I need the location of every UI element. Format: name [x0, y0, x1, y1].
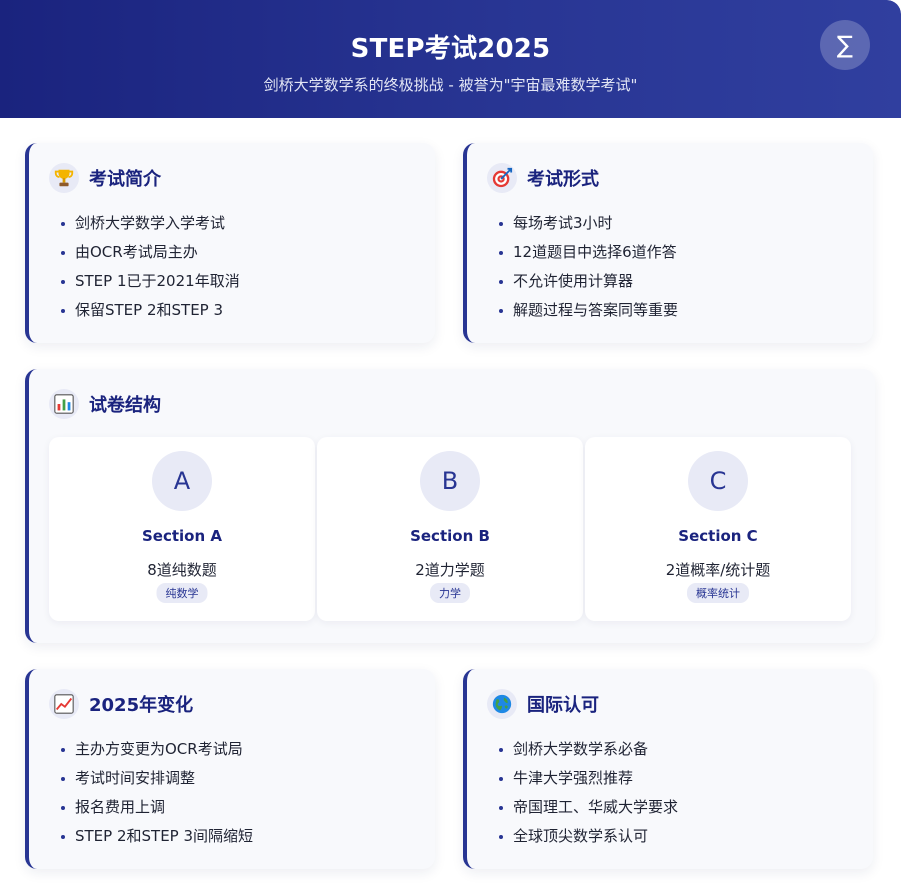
section-tag: 概率统计: [687, 583, 749, 603]
intro-list: 剑桥大学数学入学考试 由OCR考试局主办 STEP 1已于2021年取消 保留S…: [61, 209, 240, 325]
card-title-row: 试卷结构: [49, 389, 161, 419]
section-tag: 力学: [430, 583, 470, 603]
bar-chart-icon: [49, 389, 79, 419]
section-name: Section C: [678, 527, 758, 545]
card-title: 考试简介: [89, 169, 161, 190]
list-item: STEP 2和STEP 3间隔缩短: [61, 822, 253, 851]
format-list: 每场考试3小时 12道题目中选择6道作答 不允许使用计算器 解题过程与答案同等重…: [499, 209, 678, 325]
section-description: 8道纯数题: [147, 561, 217, 579]
list-item: 考试时间安排调整: [61, 764, 253, 793]
list-item: 主办方变更为OCR考试局: [61, 735, 253, 764]
card-2025-changes: 2025年变化 主办方变更为OCR考试局 考试时间安排调整 报名费用上调 STE…: [25, 669, 435, 869]
card-title-row: 国际认可: [487, 689, 599, 719]
page-title: STEP考试2025: [350, 34, 551, 64]
trophy-icon: [49, 163, 79, 193]
card-exam-intro: 考试简介 剑桥大学数学入学考试 由OCR考试局主办 STEP 1已于2021年取…: [25, 143, 435, 343]
page-subtitle: 剑桥大学数学系的终极挑战 - 被誉为"宇宙最难数学考试": [263, 76, 638, 94]
card-title: 2025年变化: [89, 695, 194, 716]
section-letter-badge: A: [152, 451, 212, 511]
card-title-row: 考试形式: [487, 163, 599, 193]
section-name: Section A: [142, 527, 222, 545]
list-item: 剑桥大学数学系必备: [499, 735, 678, 764]
changes-list: 主办方变更为OCR考试局 考试时间安排调整 报名费用上调 STEP 2和STEP…: [61, 735, 253, 851]
globe-icon: [487, 689, 517, 719]
card-title: 考试形式: [527, 169, 599, 190]
list-item: 每场考试3小时: [499, 209, 678, 238]
page: STEP考试2025 剑桥大学数学系的终极挑战 - 被誉为"宇宙最难数学考试" …: [0, 0, 901, 887]
list-item: 由OCR考试局主办: [61, 238, 240, 267]
card-title: 国际认可: [527, 695, 599, 716]
section-letter-badge: C: [688, 451, 748, 511]
section-card-b: B Section B 2道力学题 力学: [317, 437, 583, 621]
card-exam-format: 考试形式 每场考试3小时 12道题目中选择6道作答 不允许使用计算器 解题过程与…: [463, 143, 873, 343]
list-item: 不允许使用计算器: [499, 267, 678, 296]
header-banner: STEP考试2025 剑桥大学数学系的终极挑战 - 被誉为"宇宙最难数学考试" …: [0, 0, 901, 118]
list-item: 12道题目中选择6道作答: [499, 238, 678, 267]
section-description: 2道力学题: [415, 561, 485, 579]
list-item: 解题过程与答案同等重要: [499, 296, 678, 325]
trend-chart-icon: [49, 689, 79, 719]
section-tag: 纯数学: [156, 583, 208, 603]
section-name: Section B: [410, 527, 490, 545]
list-item: STEP 1已于2021年取消: [61, 267, 240, 296]
list-item: 保留STEP 2和STEP 3: [61, 296, 240, 325]
list-item: 剑桥大学数学入学考试: [61, 209, 240, 238]
card-international-recognition: 国际认可 剑桥大学数学系必备 牛津大学强烈推荐 帝国理工、华威大学要求 全球顶尖…: [463, 669, 873, 869]
section-card-a: A Section A 8道纯数题 纯数学: [49, 437, 315, 621]
section-description: 2道概率/统计题: [665, 561, 771, 579]
sigma-icon: ∑: [820, 20, 870, 70]
recognition-list: 剑桥大学数学系必备 牛津大学强烈推荐 帝国理工、华威大学要求 全球顶尖数学系认可: [499, 735, 678, 851]
list-item: 报名费用上调: [61, 793, 253, 822]
list-item: 帝国理工、华威大学要求: [499, 793, 678, 822]
sections-row: A Section A 8道纯数题 纯数学 B Section B 2道力学题 …: [49, 437, 851, 621]
target-icon: [487, 163, 517, 193]
card-title-row: 2025年变化: [49, 689, 193, 719]
card-title-row: 考试简介: [49, 163, 161, 193]
list-item: 全球顶尖数学系认可: [499, 822, 678, 851]
list-item: 牛津大学强烈推荐: [499, 764, 678, 793]
section-card-c: C Section C 2道概率/统计题 概率统计: [585, 437, 851, 621]
card-paper-structure: 试卷结构 A Section A 8道纯数题 纯数学 B Section B 2…: [25, 369, 875, 643]
section-letter-badge: B: [420, 451, 480, 511]
card-title: 试卷结构: [89, 395, 161, 416]
